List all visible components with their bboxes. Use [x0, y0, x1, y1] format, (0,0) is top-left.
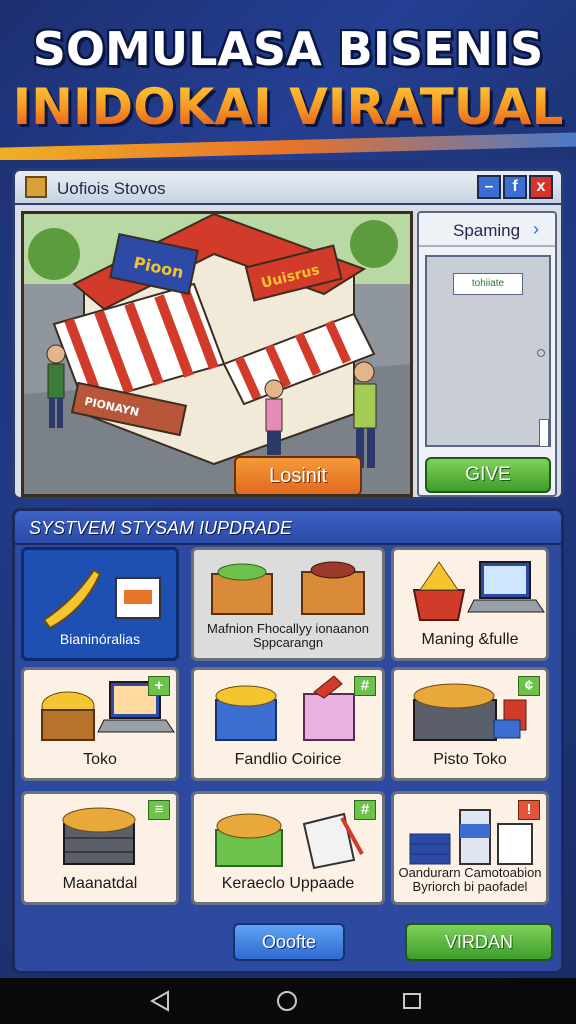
upgrade-panel-header: SYSTVEM STYSAM IUPDRADE — [15, 511, 561, 545]
close-button[interactable]: x — [529, 175, 553, 199]
lost-button[interactable]: Losinit — [234, 456, 362, 494]
window-title: Uofiois Stovos — [57, 179, 166, 198]
ooofte-button[interactable]: Ooofte — [233, 923, 345, 961]
upgrade-card-9[interactable]: ! Oandurarn Camotoabion Byriorch bi paof… — [391, 791, 549, 905]
card-label: Mafnion Fhocallyy ionaanon Sppcarangn — [207, 621, 369, 650]
upgrade-panel-title: SYSTVEM STYSAM IUPDRADE — [29, 518, 293, 538]
title-banner: SOMULASA BISENIS INIDOKAI VIRATUAL — [0, 0, 576, 160]
upgrade-card-5[interactable]: # Fandlio Coirice — [191, 667, 385, 781]
scrollbar[interactable] — [539, 419, 549, 447]
side-panel: Spaming › tohiiate GIVE — [417, 211, 557, 497]
alert-badge[interactable]: ! — [518, 800, 540, 820]
upgrade-card-1[interactable]: Bianinóralias — [21, 547, 179, 661]
card-label: Maanatdal — [62, 875, 138, 892]
give-button[interactable]: GIVE — [425, 457, 551, 493]
card-label: Pisto Toko — [433, 751, 507, 768]
minimize-button[interactable]: – — [477, 175, 501, 199]
upgrade-card-4[interactable]: + Toko — [21, 667, 179, 781]
game-title-line1: SOMULASA BISENIS — [32, 22, 544, 76]
add-badge[interactable]: ¢ — [518, 676, 540, 696]
card-label: Oandurarn Camotoabion Byriorch bi paofad… — [398, 865, 542, 894]
back-icon[interactable] — [150, 990, 170, 1012]
upgrade-panel: SYSTVEM STYSAM IUPDRADE Bianinóralias Ma… — [12, 508, 564, 974]
store-illustration: Pioon Uuisrus PIONAYN — [24, 214, 410, 494]
add-badge[interactable]: + — [148, 676, 170, 696]
side-panel-title: Spaming — [453, 221, 521, 240]
card-label: Bianinóralias — [59, 631, 141, 647]
title-stripe — [0, 131, 576, 160]
maximize-button[interactable]: f — [503, 175, 527, 199]
chevron-right-icon[interactable]: › — [533, 219, 539, 240]
card-label: Toko — [83, 751, 117, 768]
side-door-view: tohiiate — [425, 255, 551, 447]
side-tag: tohiiate — [453, 273, 523, 295]
add-badge[interactable]: # — [354, 800, 376, 820]
upgrade-card-3[interactable]: Maning &fulle — [391, 547, 549, 661]
upgrade-card-6[interactable]: ¢ Pisto Toko — [391, 667, 549, 781]
store-window: Uofiois Stovos – f x Pioon Uuisrus PIONA… — [12, 168, 564, 500]
store-scene[interactable]: Pioon Uuisrus PIONAYN Losinit — [21, 211, 413, 497]
window-title-bar[interactable]: Uofiois Stovos – f x — [15, 171, 561, 205]
card-label: Maning &fulle — [421, 631, 519, 648]
virdan-button[interactable]: VIRDAN — [405, 923, 553, 961]
add-badge[interactable]: # — [354, 676, 376, 696]
recent-apps-icon[interactable] — [402, 992, 422, 1010]
door-knob-icon — [537, 349, 545, 357]
side-panel-header[interactable]: Spaming › — [419, 213, 555, 247]
home-icon[interactable] — [276, 990, 298, 1012]
upgrade-card-8[interactable]: # Keraeclo Uppaade — [191, 791, 385, 905]
upgrade-card-2[interactable]: Mafnion Fhocallyy ionaanon Sppcarangn — [191, 547, 385, 661]
card-label: Keraeclo Uppaade — [221, 875, 355, 892]
upgrade-card-7[interactable]: ≡ Maanatdal — [21, 791, 179, 905]
box-icon — [25, 176, 47, 198]
card-label: Fandlio Coirice — [234, 751, 342, 768]
android-nav-bar — [0, 978, 576, 1024]
add-badge[interactable]: ≡ — [148, 800, 170, 820]
game-title-line2: INIDOKAI VIRATUAL — [0, 78, 576, 136]
